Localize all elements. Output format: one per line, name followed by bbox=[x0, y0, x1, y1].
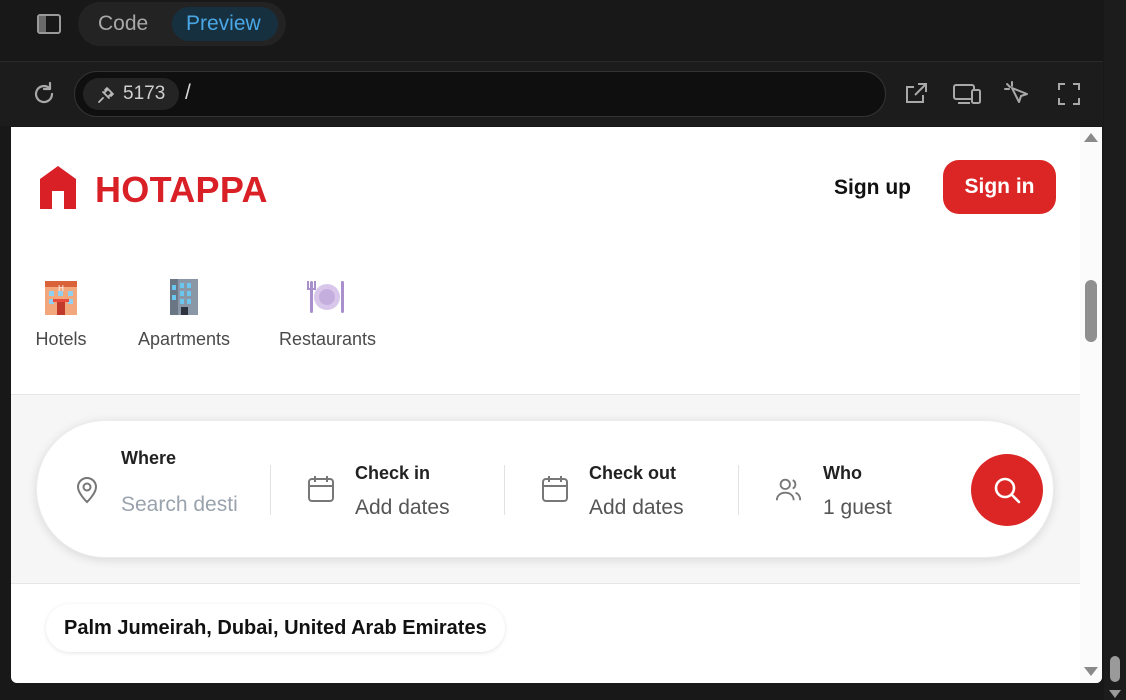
location-pin-icon bbox=[76, 477, 98, 504]
signin-button[interactable]: Sign in bbox=[943, 160, 1056, 214]
signup-link[interactable]: Sign up bbox=[834, 176, 911, 200]
where-title: Where bbox=[121, 448, 177, 468]
destination-search-input[interactable] bbox=[121, 493, 239, 517]
who-title: Who bbox=[823, 463, 862, 483]
search-button[interactable] bbox=[971, 454, 1043, 526]
checkout-value: Add dates bbox=[589, 496, 684, 519]
preview-frame: HOTAPPA Sign up Sign in H Hotels Apartme… bbox=[11, 127, 1102, 683]
calendar-icon bbox=[308, 476, 334, 502]
ide-window: Code Preview 5173 / HOTAPPA Sign up Sign… bbox=[0, 0, 1126, 700]
search-bar: Where Check in Add dates Check out Add d… bbox=[36, 420, 1054, 558]
outer-scrollbar[interactable] bbox=[1104, 0, 1126, 700]
category-hotels[interactable]: H Hotels bbox=[35, 277, 87, 350]
top-toolbar: Code Preview bbox=[0, 0, 1103, 62]
inspect-icon[interactable] bbox=[1003, 80, 1031, 108]
users-icon bbox=[775, 478, 802, 501]
url-path[interactable]: / bbox=[185, 81, 191, 105]
category-apartments[interactable]: Apartments bbox=[135, 277, 233, 350]
scroll-down-arrow-icon[interactable] bbox=[1084, 667, 1098, 676]
category-restaurants[interactable]: Restaurants bbox=[279, 277, 377, 350]
apartment-building-icon bbox=[164, 277, 204, 317]
plug-icon bbox=[98, 87, 114, 103]
checkin-title: Check in bbox=[355, 463, 431, 483]
category-label: Apartments bbox=[137, 329, 231, 349]
preview-scrollbar[interactable] bbox=[1080, 127, 1102, 683]
outer-scroll-down-arrow-icon[interactable] bbox=[1109, 690, 1121, 698]
outer-scrollbar-thumb[interactable] bbox=[1110, 656, 1120, 682]
devices-icon[interactable] bbox=[952, 80, 981, 108]
house-logo-icon bbox=[39, 165, 77, 209]
search-band: Where Check in Add dates Check out Add d… bbox=[11, 394, 1080, 584]
location-chip[interactable]: Palm Jumeirah, Dubai, United Arab Emirat… bbox=[46, 604, 505, 652]
checkout-field[interactable]: Check out Add dates bbox=[505, 421, 738, 559]
scroll-up-arrow-icon[interactable] bbox=[1084, 133, 1098, 142]
reload-icon[interactable] bbox=[30, 80, 58, 108]
address-bar[interactable]: 5173 / bbox=[74, 71, 886, 117]
category-label: Hotels bbox=[35, 329, 87, 349]
hotel-icon: H bbox=[41, 277, 81, 317]
search-icon bbox=[994, 477, 1021, 504]
tab-code[interactable]: Code bbox=[84, 7, 162, 41]
scrollbar-thumb[interactable] bbox=[1085, 280, 1097, 342]
tab-preview[interactable]: Preview bbox=[172, 7, 278, 41]
calendar-icon bbox=[542, 476, 568, 502]
fullscreen-icon[interactable] bbox=[1055, 80, 1083, 108]
where-field[interactable]: Where bbox=[37, 421, 269, 559]
sidebar-toggle-icon[interactable] bbox=[36, 13, 62, 35]
brand-name: HOTAPPA bbox=[95, 169, 268, 210]
who-field[interactable]: Who 1 guest bbox=[739, 421, 959, 559]
checkin-field[interactable]: Check in Add dates bbox=[271, 421, 504, 559]
checkout-title: Check out bbox=[589, 463, 677, 483]
who-value: 1 guest bbox=[823, 496, 892, 519]
open-external-icon[interactable] bbox=[902, 80, 930, 108]
port-number: 5173 bbox=[123, 83, 166, 104]
view-switcher: Code Preview bbox=[78, 2, 286, 46]
port-badge[interactable]: 5173 bbox=[83, 78, 179, 110]
checkin-value: Add dates bbox=[355, 496, 450, 519]
category-label: Restaurants bbox=[279, 329, 377, 349]
preview-address-row: 5173 / bbox=[0, 62, 1103, 126]
plate-cutlery-icon bbox=[307, 277, 347, 317]
